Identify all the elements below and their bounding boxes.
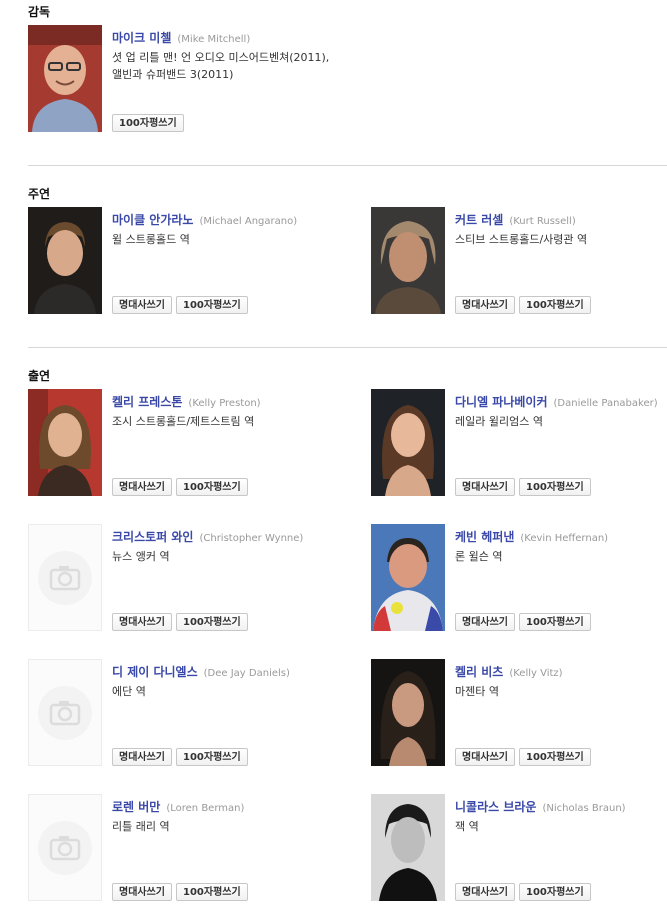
person-original-name: (Nicholas Braun) xyxy=(542,803,626,814)
person-original-name: (Michael Angarano) xyxy=(199,216,298,227)
write-review-button[interactable]: 100자평쓰기 xyxy=(176,613,248,631)
person-original-name: (Kelly Vitz) xyxy=(509,668,563,679)
person-support-6: 로렌 버만 (Loren Berman) 리틀 래리 역 명대사쓰기 100자평쓰… xyxy=(28,794,358,901)
write-review-button[interactable]: 100자평쓰기 xyxy=(519,296,591,314)
write-quote-button[interactable]: 명대사쓰기 xyxy=(455,748,515,766)
write-quote-button[interactable]: 명대사쓰기 xyxy=(112,883,172,901)
filmography-line: 셧 업 리틀 맨! 언 오디오 미스어드벤쳐(2011), xyxy=(112,51,330,64)
write-quote-button[interactable]: 명대사쓰기 xyxy=(455,478,515,496)
no-photo-placeholder[interactable] xyxy=(28,659,102,766)
no-photo-placeholder[interactable] xyxy=(28,524,102,631)
write-quote-button[interactable]: 명대사쓰기 xyxy=(455,296,515,314)
person-name-link[interactable]: 다니엘 파나베이커 xyxy=(455,395,548,409)
write-review-button[interactable]: 100자평쓰기 xyxy=(112,114,184,132)
write-review-button[interactable]: 100자평쓰기 xyxy=(176,883,248,901)
write-quote-button[interactable]: 명대사쓰기 xyxy=(455,613,515,631)
person-original-name: (Mike Mitchell) xyxy=(177,34,251,45)
person-director: 마이크 미첼 (Mike Mitchell) 셧 업 리틀 맨! 언 오디오 미스… xyxy=(28,25,428,132)
person-support-2: 크리스토퍼 와인 (Christopher Wynne) 뉴스 앵커 역 명대사쓰… xyxy=(28,524,358,631)
section-divider xyxy=(28,347,667,348)
no-photo-placeholder[interactable] xyxy=(28,794,102,901)
actor-photo[interactable] xyxy=(371,389,445,496)
person-original-name: (Kevin Heffernan) xyxy=(520,533,609,544)
actor-photo[interactable] xyxy=(371,207,445,314)
person-original-name: (Kurt Russell) xyxy=(509,216,576,227)
person-role: 에단 역 xyxy=(112,685,146,698)
actor-photo[interactable] xyxy=(371,524,445,631)
write-review-button[interactable]: 100자평쓰기 xyxy=(519,748,591,766)
person-support-1: 다니엘 파나베이커 (Danielle Panabaker) 레일라 윌리엄스 역… xyxy=(371,389,667,496)
person-lead-1: 커트 러셀 (Kurt Russell) 스티브 스트롱홀드/사령관 역 명대사쓰… xyxy=(371,207,667,314)
portrait-image xyxy=(28,389,102,496)
person-lead-0: 마이클 안가라노 (Michael Angarano) 윌 스트롱홀드 역 명대사… xyxy=(28,207,358,314)
person-support-5: 켈리 비츠 (Kelly Vitz) 마젠타 역 명대사쓰기 100자평쓰기 xyxy=(371,659,667,766)
camera-icon xyxy=(38,551,92,605)
camera-icon xyxy=(38,821,92,875)
person-name-link[interactable]: 니콜라스 브라운 xyxy=(455,800,536,814)
actor-photo[interactable] xyxy=(28,389,102,496)
person-support-4: 디 제이 다니엘스 (Dee Jay Daniels) 에단 역 명대사쓰기 10… xyxy=(28,659,358,766)
person-role: 론 윌슨 역 xyxy=(455,550,503,563)
person-name-link[interactable]: 켈리 비츠 xyxy=(455,665,503,679)
person-role: 레일라 윌리엄스 역 xyxy=(455,415,543,428)
portrait-image xyxy=(28,25,102,132)
person-name-link[interactable]: 케빈 헤퍼낸 xyxy=(455,530,514,544)
person-role: 조시 스트롱홀드/제트스트림 역 xyxy=(112,415,255,428)
person-name-link[interactable]: 마이클 안가라노 xyxy=(112,213,193,227)
write-review-button[interactable]: 100자평쓰기 xyxy=(519,478,591,496)
actor-photo[interactable] xyxy=(371,659,445,766)
section-title-lead: 주연 xyxy=(28,187,51,201)
person-name-link[interactable]: 크리스토퍼 와인 xyxy=(112,530,193,544)
write-quote-button[interactable]: 명대사쓰기 xyxy=(112,296,172,314)
portrait-image xyxy=(371,794,445,901)
person-name-link[interactable]: 커트 러셀 xyxy=(455,213,503,227)
section-divider xyxy=(28,165,667,166)
person-original-name: (Dee Jay Daniels) xyxy=(203,668,290,679)
write-quote-button[interactable]: 명대사쓰기 xyxy=(112,748,172,766)
write-quote-button[interactable]: 명대사쓰기 xyxy=(112,478,172,496)
write-quote-button[interactable]: 명대사쓰기 xyxy=(455,883,515,901)
portrait-image xyxy=(371,389,445,496)
person-support-7: 니콜라스 브라운 (Nicholas Braun) 잭 역 명대사쓰기 100자평… xyxy=(371,794,667,901)
person-original-name: (Kelly Preston) xyxy=(188,398,261,409)
portrait-image xyxy=(371,207,445,314)
filmography-line: 앨빈과 슈퍼밴드 3(2011) xyxy=(112,68,234,81)
write-review-button[interactable]: 100자평쓰기 xyxy=(176,478,248,496)
person-role: 잭 역 xyxy=(455,820,479,833)
write-review-button[interactable]: 100자평쓰기 xyxy=(519,613,591,631)
person-role: 뉴스 앵커 역 xyxy=(112,550,170,563)
section-title-director: 감독 xyxy=(28,5,51,19)
person-name-link[interactable]: 디 제이 다니엘스 xyxy=(112,665,198,679)
person-support-0: 켈리 프레스톤 (Kelly Preston) 조시 스트롱홀드/제트스트림 역 … xyxy=(28,389,358,496)
person-name-link[interactable]: 마이크 미첼 xyxy=(112,31,171,45)
person-name-link[interactable]: 켈리 프레스톤 xyxy=(112,395,182,409)
person-original-name: (Loren Berman) xyxy=(166,803,245,814)
person-original-name: (Danielle Panabaker) xyxy=(553,398,658,409)
section-title-support: 출연 xyxy=(28,369,51,383)
actor-photo[interactable] xyxy=(371,794,445,901)
person-name-link[interactable]: 로렌 버만 xyxy=(112,800,160,814)
person-role: 스티브 스트롱홀드/사령관 역 xyxy=(455,233,588,246)
camera-icon xyxy=(38,686,92,740)
person-role: 마젠타 역 xyxy=(455,685,499,698)
person-support-3: 케빈 헤퍼낸 (Kevin Heffernan) 론 윌슨 역 명대사쓰기 100… xyxy=(371,524,667,631)
write-quote-button[interactable]: 명대사쓰기 xyxy=(112,613,172,631)
write-review-button[interactable]: 100자평쓰기 xyxy=(176,296,248,314)
write-review-button[interactable]: 100자평쓰기 xyxy=(176,748,248,766)
director-photo[interactable] xyxy=(28,25,102,132)
write-review-button[interactable]: 100자평쓰기 xyxy=(519,883,591,901)
person-role: 윌 스트롱홀드 역 xyxy=(112,233,190,246)
person-filmography: 셧 업 리틀 맨! 언 오디오 미스어드벤쳐(2011), 앨빈과 슈퍼밴드 3… xyxy=(112,49,329,83)
person-original-name: (Christopher Wynne) xyxy=(199,533,304,544)
portrait-image xyxy=(28,207,102,314)
person-role: 리틀 래리 역 xyxy=(112,820,170,833)
portrait-image xyxy=(371,659,445,766)
actor-photo[interactable] xyxy=(28,207,102,314)
portrait-image xyxy=(371,524,445,631)
